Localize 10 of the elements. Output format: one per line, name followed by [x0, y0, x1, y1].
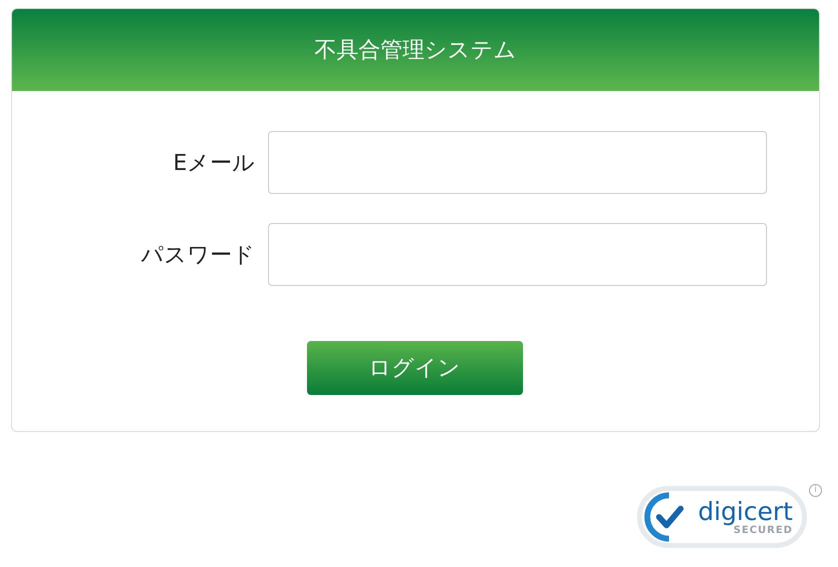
app-title: 不具合管理システム [314, 37, 516, 65]
badge-caption: SECURED [734, 524, 793, 536]
input-field[interactable] [268, 223, 767, 286]
field-label: Eメール [172, 150, 256, 178]
security-badge[interactable]: digicert SECURED [637, 486, 807, 548]
login-button[interactable]: ログイン [306, 341, 522, 395]
field-label: パスワード [140, 242, 256, 270]
input-field[interactable] [268, 131, 767, 194]
brand-name: digicert [698, 498, 793, 524]
info-icon[interactable]: i [809, 484, 822, 497]
